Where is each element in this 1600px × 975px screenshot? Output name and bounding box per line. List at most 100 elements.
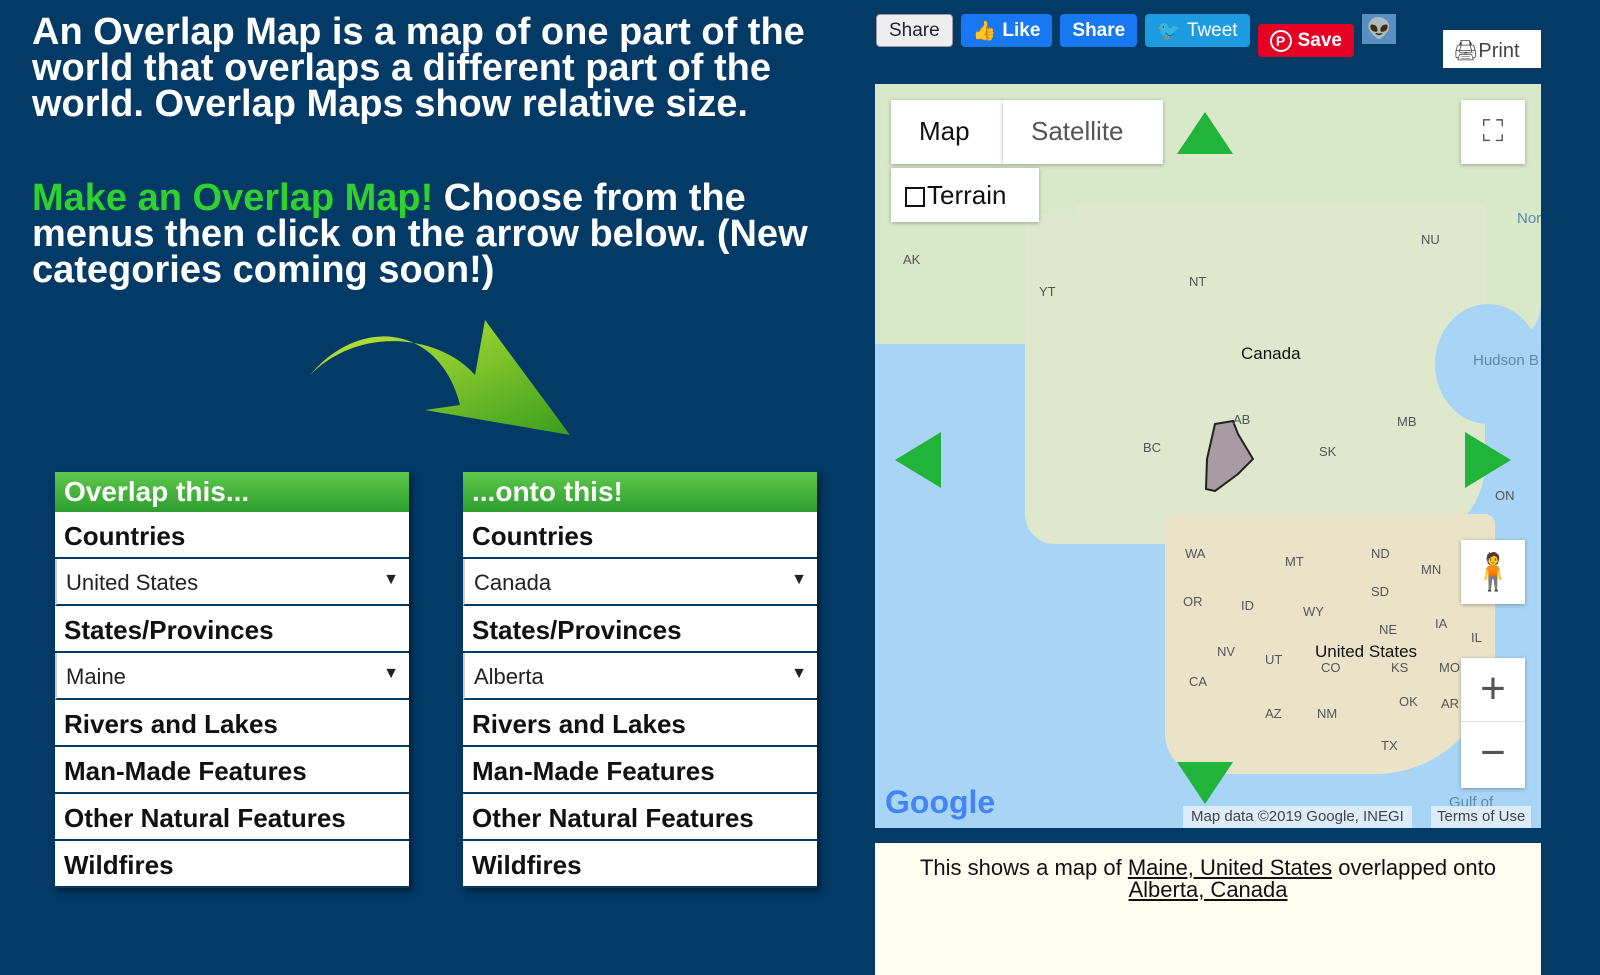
zoom-controls: + −: [1461, 658, 1525, 788]
map-label: CO: [1321, 660, 1341, 675]
reddit-icon[interactable]: 👽: [1361, 14, 1396, 44]
satellite-tab[interactable]: Satellite: [1003, 100, 1163, 164]
map-label: MT: [1285, 554, 1304, 569]
curved-arrow-icon: [310, 320, 570, 435]
category-wildfires[interactable]: Wildfires: [55, 841, 409, 888]
category-rivers[interactable]: Rivers and Lakes: [55, 700, 409, 747]
map-label: MB: [1397, 414, 1417, 429]
facebook-share-button[interactable]: Share: [1060, 14, 1138, 47]
category-wildfires[interactable]: Wildfires: [463, 841, 817, 888]
map-label: WA: [1185, 546, 1206, 561]
state-select[interactable]: Maine ▼: [55, 653, 409, 700]
category-countries[interactable]: Countries: [463, 512, 817, 559]
map-attribution: Map data ©2019 Google, INEGI: [1183, 806, 1412, 828]
map-label: AB: [1233, 412, 1251, 427]
map-label: KS: [1391, 660, 1409, 675]
move-up-arrow-icon[interactable]: [1177, 112, 1233, 154]
overlap-map[interactable]: AK YT NT NU Canada Hudson B AB MB BC SK ON WA MT ND MN…: [875, 84, 1541, 828]
print-label: Print: [1478, 40, 1520, 62]
map-label: Canada: [1241, 344, 1301, 363]
checkbox-icon: [905, 187, 925, 207]
dropdown-arrow-icon: ▼: [383, 571, 399, 588]
terms-of-use-link[interactable]: Terms of Use: [1431, 806, 1532, 828]
state-select[interactable]: Alberta ▼: [463, 653, 817, 700]
pegman-icon[interactable]: 🧍: [1461, 540, 1525, 604]
move-right-arrow-icon[interactable]: [1465, 432, 1511, 488]
instructions: Make an Overlap Map! Choose from the men…: [32, 179, 852, 289]
category-natural[interactable]: Other Natural Features: [463, 794, 817, 841]
country-select[interactable]: Canada ▼: [463, 559, 817, 606]
map-label: ND: [1371, 546, 1390, 561]
map-label: SD: [1371, 584, 1390, 599]
printer-icon: 🖨: [1453, 40, 1479, 62]
map-label: BC: [1143, 440, 1162, 455]
map-label: NT: [1189, 274, 1207, 289]
category-countries[interactable]: Countries: [55, 512, 409, 559]
fullscreen-icon[interactable]: ⛶: [1461, 100, 1525, 164]
map-label: OR: [1183, 594, 1203, 609]
map-label: ID: [1241, 598, 1254, 613]
select-value: United States: [66, 570, 199, 595]
zoom-out-icon[interactable]: −: [1461, 722, 1525, 786]
map-label: IA: [1435, 616, 1448, 631]
result-prefix: This shows a map of: [919, 855, 1128, 880]
select-value: Maine: [66, 664, 126, 689]
map-label: WY: [1303, 604, 1324, 619]
map-label: NE: [1379, 622, 1398, 637]
intro-text: An Overlap Map is a map of one part of t…: [32, 11, 805, 125]
map-label: YT: [1039, 284, 1056, 299]
map-label: TX: [1381, 738, 1398, 753]
terrain-label: Terrain: [927, 180, 1007, 210]
dropdown-arrow-icon: ▼: [791, 665, 807, 682]
onto-this-menu: ...onto this! Countries Canada ▼ States/P…: [463, 472, 817, 888]
map-label: AK: [903, 252, 921, 267]
category-states[interactable]: States/Provinces: [55, 606, 409, 653]
save-label: Save: [1297, 29, 1342, 51]
map-label: AR: [1441, 696, 1460, 711]
terrain-checkbox[interactable]: Terrain: [891, 168, 1039, 222]
map-label: Nor: [1517, 210, 1541, 227]
overlap-this-menu: Overlap this... Countries United States ▼…: [55, 472, 409, 888]
pinterest-save-button[interactable]: P Save: [1257, 24, 1354, 57]
facebook-like-button[interactable]: 👍 Like: [960, 14, 1053, 47]
map-label: OK: [1399, 694, 1418, 709]
category-rivers[interactable]: Rivers and Lakes: [463, 700, 817, 747]
share-button[interactable]: Share: [876, 14, 953, 47]
map-label: SK: [1319, 444, 1337, 459]
tweet-button[interactable]: 🐦 Tweet: [1145, 14, 1250, 47]
select-value: Canada: [474, 570, 552, 595]
category-natural[interactable]: Other Natural Features: [55, 794, 409, 841]
pinterest-icon: P: [1269, 29, 1292, 52]
move-left-arrow-icon[interactable]: [895, 432, 941, 488]
map-label: Hudson B: [1473, 352, 1539, 369]
move-down-arrow-icon[interactable]: [1177, 762, 1233, 804]
maine-overlay: [1204, 419, 1255, 493]
map-label: MO: [1439, 660, 1460, 675]
map-tab[interactable]: Map: [891, 100, 1003, 164]
google-logo: Google: [885, 784, 996, 820]
category-man-made[interactable]: Man-Made Features: [55, 747, 409, 794]
map-label: NU: [1421, 232, 1440, 247]
map-label: CA: [1189, 674, 1208, 689]
dropdown-arrow-icon: ▼: [791, 571, 807, 588]
map-label: IL: [1471, 630, 1482, 645]
menu-title: ...onto this!: [463, 472, 817, 512]
result-description: This shows a map of Maine, United States…: [875, 843, 1541, 975]
map-label: MN: [1421, 562, 1442, 577]
map-label: AZ: [1265, 706, 1282, 721]
select-value: Alberta: [474, 664, 544, 689]
map-label: UT: [1265, 652, 1283, 667]
category-states[interactable]: States/Provinces: [463, 606, 817, 653]
country-select[interactable]: United States ▼: [55, 559, 409, 606]
dropdown-arrow-icon: ▼: [383, 665, 399, 682]
map-label: NV: [1217, 644, 1236, 659]
target-link[interactable]: Alberta, Canada: [1129, 877, 1288, 902]
like-label: Like: [1002, 19, 1041, 41]
map-label: NM: [1317, 706, 1338, 721]
share-bar: Share 👍 Like Share 🐦 Tweet P Save 👽: [876, 14, 1396, 57]
twitter-bird-icon: 🐦: [1157, 20, 1181, 42]
zoom-in-icon[interactable]: +: [1461, 658, 1525, 722]
category-man-made[interactable]: Man-Made Features: [463, 747, 817, 794]
print-button[interactable]: 🖨Print: [1443, 30, 1541, 68]
menu-title: Overlap this...: [55, 472, 409, 512]
